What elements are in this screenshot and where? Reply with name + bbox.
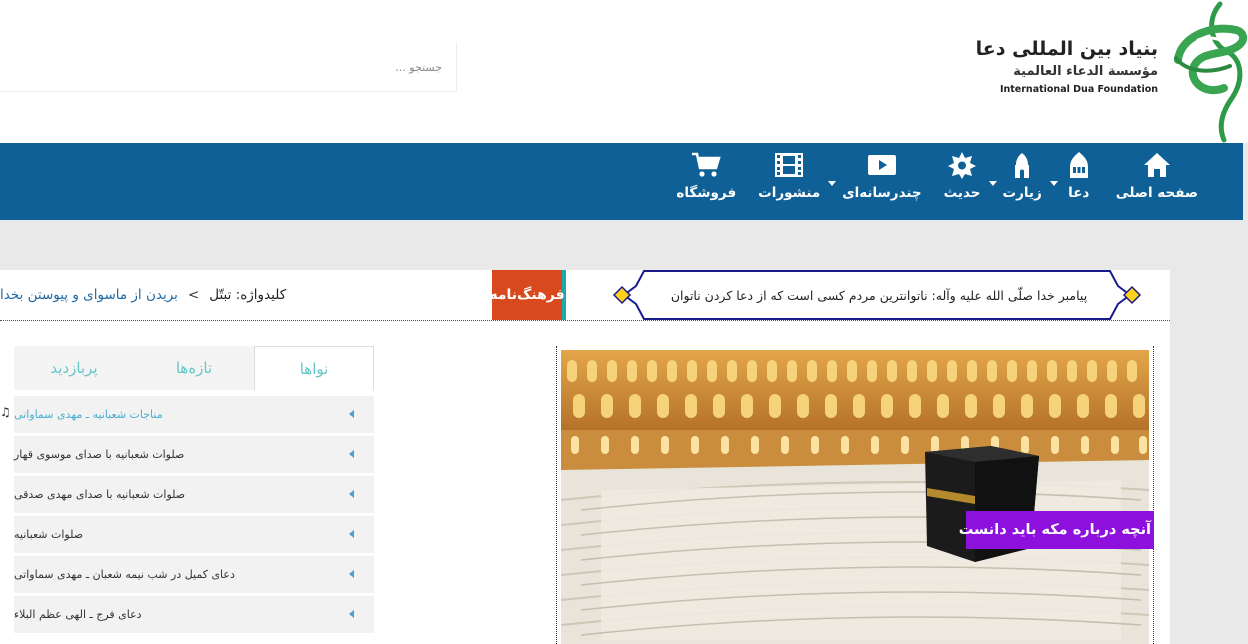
list-item[interactable]: دعای کمیل در شب نیمه شعبان ـ مهدی سماوات… [14, 556, 374, 593]
keyword-link[interactable]: بریدن از ماسوای و پیوستن بخدا [0, 287, 178, 303]
nav-item-home[interactable]: صفحه اصلی [1116, 151, 1198, 201]
list-item[interactable]: صلوات شعبانیه با صدای مهدی صدقی [14, 476, 374, 513]
site-logo[interactable]: بنیاد بین المللی دعا مؤسسة الدعاء العالم… [976, 0, 1248, 143]
tab-navaha[interactable]: نواها [254, 346, 374, 391]
keyword-separator: > [187, 287, 200, 303]
nav-item-shop[interactable]: فروشگاه [676, 151, 736, 201]
list-item-label: مناجات شعبانیه ـ مهدی سماواتی [14, 408, 163, 421]
list-item-label: صلوات شعبانیه [14, 528, 84, 541]
tab-porbazdid[interactable]: پربازدید [14, 346, 134, 390]
nav-item-hadith[interactable]: حدیث [944, 151, 981, 201]
caret-left-icon [349, 530, 354, 538]
nav-label-home: صفحه اصلی [1115, 185, 1198, 201]
list-item[interactable]: مناجات شعبانیه ـ مهدی سماواتی [14, 396, 374, 433]
media-tabs-panel: نواها تازه‌ها پربازدید مناجات شعبانیه ـ … [14, 346, 374, 644]
list-item-label: صلوات شعبانیه با صدای مهدی صدقی [14, 488, 186, 501]
caret-left-icon [349, 490, 354, 498]
search-box [0, 42, 457, 92]
list-item-label: صلوات شعبانیه با صدای موسوی قهار [14, 448, 185, 461]
site-header: بنیاد بین المللی دعا مؤسسة الدعاء العالم… [0, 0, 1248, 143]
nav-item-ziarat[interactable]: زیارت [988, 151, 1042, 201]
mecca-photo [561, 350, 1149, 644]
nav-label-multimedia: چندرسانه‌ای [842, 185, 922, 201]
multimedia-dropdown-icon[interactable] [828, 181, 837, 186]
nav-item-multimedia[interactable]: چندرسانه‌ای [828, 151, 922, 201]
feature-image[interactable] [561, 350, 1149, 644]
dotted-divider [0, 320, 1170, 321]
farhangname-label[interactable]: فرهنگ‌نامه [489, 270, 566, 320]
list-item-label: دعای کمیل در شب نیمه شعبان ـ مهدی سماوات… [14, 568, 235, 581]
ziarat-dropdown-icon[interactable] [988, 181, 997, 186]
logo-arabic-title: مؤسسة الدعاء العالمية [1013, 64, 1158, 79]
nav-label-hadith: حدیث [943, 185, 981, 201]
tab-list: مناجات شعبانیه ـ مهدی سماواتی صلوات شعبا… [14, 396, 374, 636]
keyword-prefix: کلیدواژه: تبتّل [209, 287, 287, 303]
cart-icon [692, 152, 721, 177]
caret-left-icon [349, 570, 354, 578]
home-icon [1143, 153, 1170, 177]
tab-row: نواها تازه‌ها پربازدید [14, 346, 374, 391]
main-nav: صفحه اصلی دعا زیارت [0, 143, 1243, 220]
tab-tazeha[interactable]: تازه‌ها [134, 346, 254, 390]
nav-label-publications: منشورات [758, 185, 821, 201]
nav-label-ziarat: زیارت [1002, 185, 1042, 201]
logo-title: بنیاد بین المللی دعا [975, 38, 1158, 60]
feature-caption[interactable]: آنچه درباره مکه باید دانست [959, 511, 1154, 549]
nav-label-shop: فروشگاه [676, 185, 737, 201]
list-item[interactable]: صلوات شعبانیه با صدای موسوی قهار [14, 436, 374, 473]
caret-left-icon [349, 410, 354, 418]
dua-dropdown-icon[interactable] [1049, 181, 1058, 186]
list-item-label: دعای فرج ـ الهی عظم البلاء [14, 608, 142, 621]
list-item[interactable]: صلوات شعبانیه [14, 516, 374, 553]
keyword-line: کلیدواژه: تبتّل > بریدن از ماسوای و پیوس… [0, 270, 485, 320]
hadith-banner: پیامبر خدا صلّی الله علیه وآله: ناتوانتر… [612, 270, 1142, 320]
nav-label-dua: دعا [1068, 185, 1090, 201]
star-icon [948, 152, 977, 179]
nav-item-publications[interactable]: منشورات [758, 151, 820, 201]
logo-emblem-icon [1174, 1, 1247, 143]
nav-items: صفحه اصلی دعا زیارت [654, 151, 1198, 213]
hadith-text: پیامبر خدا صلّی الله علیه وآله: ناتوانتر… [670, 287, 1088, 303]
mosque-icon [1069, 152, 1088, 178]
list-item[interactable]: دعای فرج ـ الهی عظم البلاء [14, 596, 374, 633]
video-icon [867, 155, 896, 175]
music-note-icon: ♫ [0, 405, 11, 419]
search-input[interactable] [22, 56, 442, 78]
film-icon [775, 153, 804, 177]
shrine-icon [1015, 153, 1030, 178]
logo-english-title: International Dua Foundation [999, 84, 1158, 95]
nav-item-dua[interactable]: دعا [1049, 151, 1094, 201]
caret-left-icon [349, 610, 354, 618]
feature-slider: آنچه درباره مکه باید دانست [556, 346, 1154, 644]
caret-left-icon [349, 450, 354, 458]
